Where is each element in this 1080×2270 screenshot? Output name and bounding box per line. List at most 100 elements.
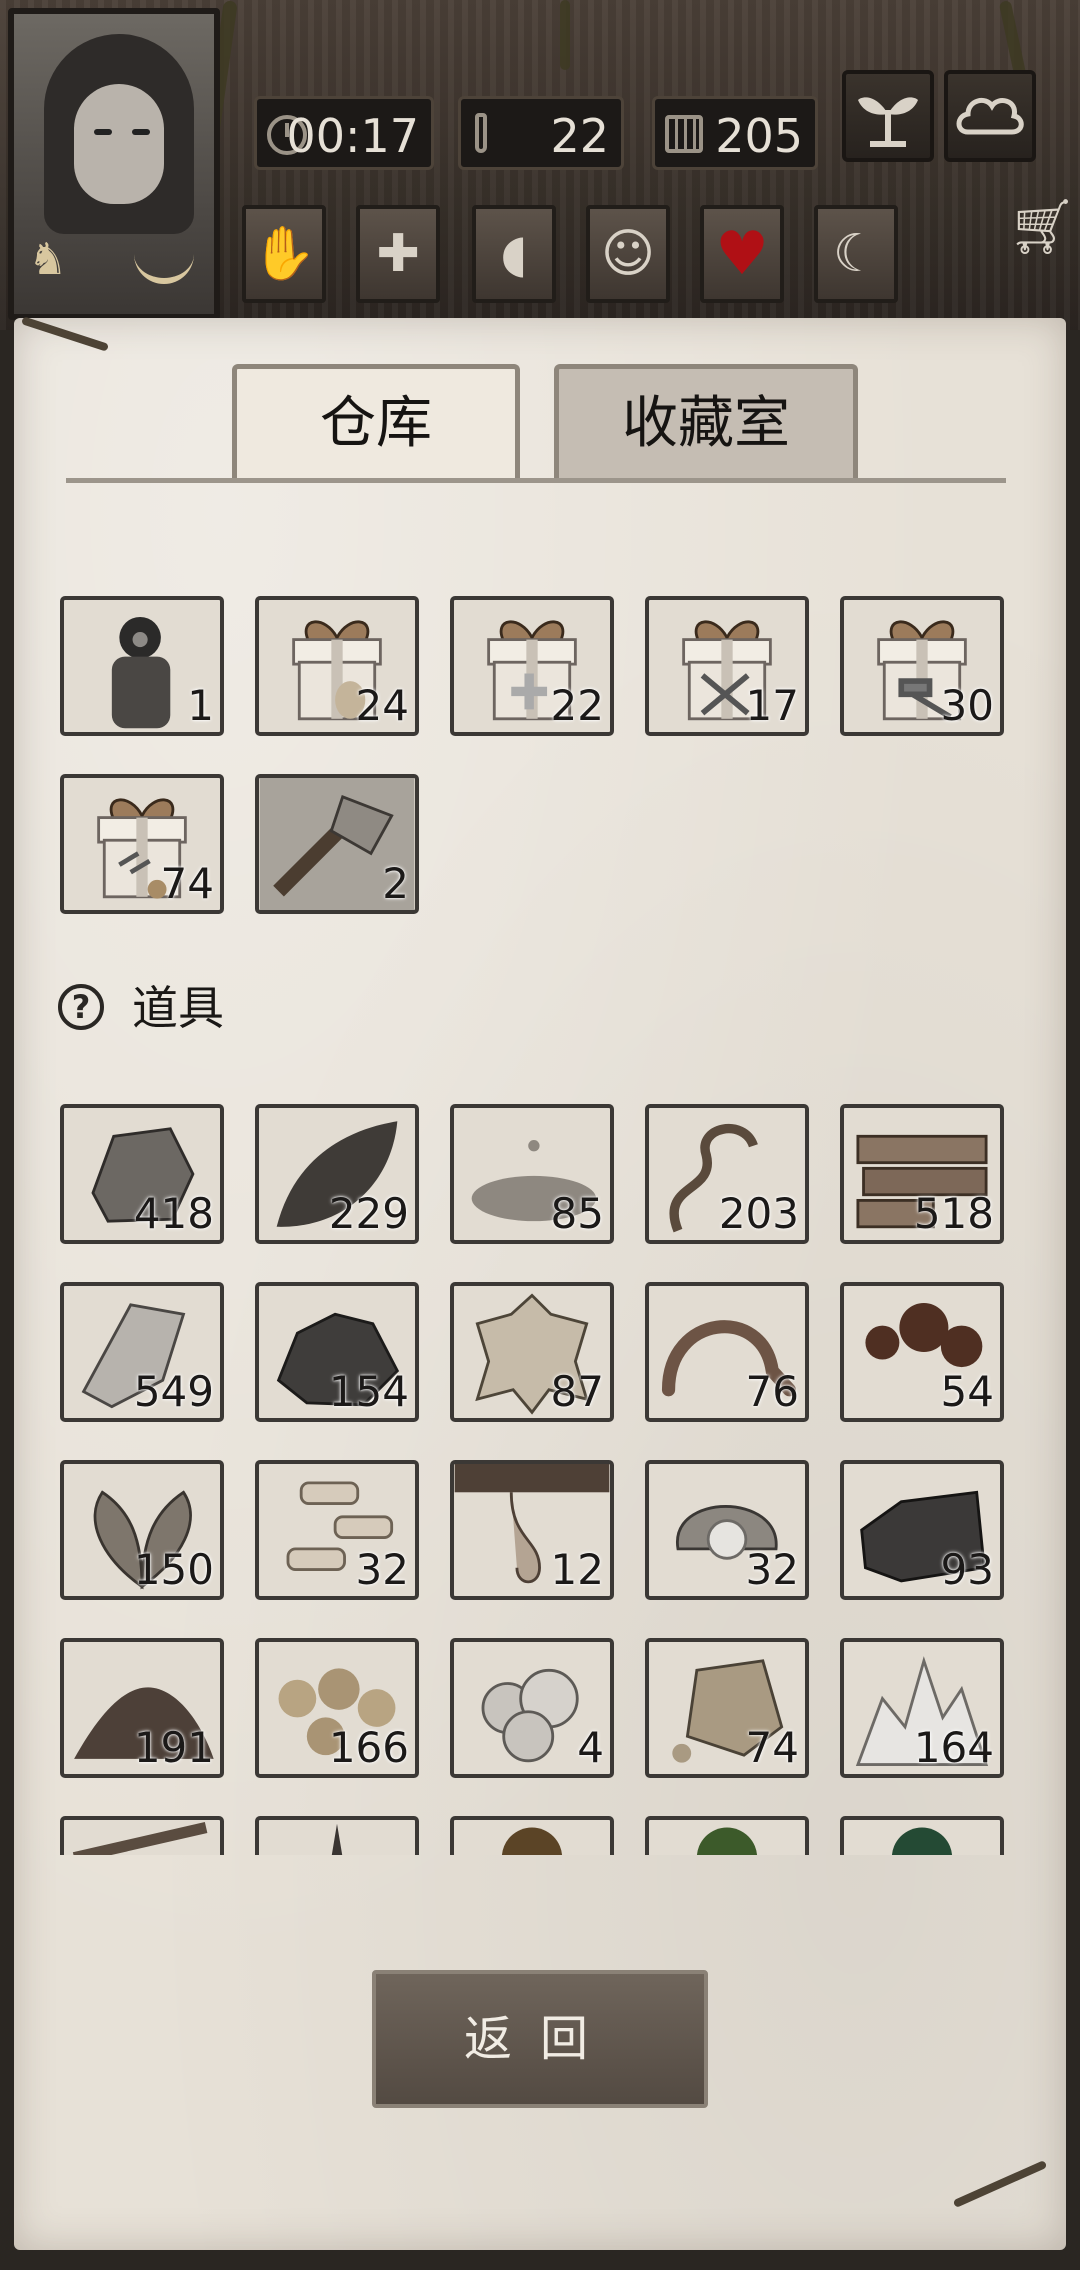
item-count: 549 — [133, 1367, 214, 1416]
item-slot-bone-pieces[interactable]: 32 — [255, 1460, 419, 1600]
temperature-display: 22 — [458, 96, 624, 170]
decorative-vine — [560, 0, 570, 70]
time-value: 00:17 — [286, 109, 419, 163]
day-value: 205 — [715, 109, 803, 163]
item-slot-soil[interactable]: 191 — [60, 1638, 224, 1778]
item-slot-green-orb[interactable] — [645, 1816, 809, 1855]
item-count: 518 — [913, 1189, 994, 1238]
item-slot-sticks[interactable] — [60, 1816, 224, 1855]
moon-icon: ☾ — [832, 224, 880, 284]
tab-divider — [66, 478, 1006, 483]
weather-button[interactable] — [944, 70, 1036, 162]
item-slot-animal-hide[interactable]: 87 — [450, 1282, 614, 1422]
item-count: 191 — [133, 1723, 214, 1772]
item-slot-cotton[interactable]: 4 — [450, 1638, 614, 1778]
item-slot-stone[interactable]: 418 — [60, 1104, 224, 1244]
stomach-icon: ◖ — [500, 224, 528, 284]
item-count: 85 — [550, 1189, 604, 1238]
item-slot-water-puddle[interactable]: 85 — [450, 1104, 614, 1244]
item-slot-dark-green-orb[interactable] — [840, 1816, 1004, 1855]
item-slot-wood-planks[interactable]: 518 — [840, 1104, 1004, 1244]
tab-collection-room[interactable]: 收藏室 — [554, 364, 858, 482]
item-count: 418 — [133, 1189, 214, 1238]
item-count: 32 — [355, 1545, 409, 1594]
item-count: 1 — [187, 681, 214, 730]
item-slot-pearl-shell[interactable]: 32 — [645, 1460, 809, 1600]
item-count: 30 — [940, 681, 994, 730]
item-count: 76 — [745, 1367, 799, 1416]
item-count: 2 — [382, 859, 409, 908]
item-slot-salt-crystals[interactable]: 164 — [840, 1638, 1004, 1778]
item-count: 93 — [940, 1545, 994, 1594]
sprout-button[interactable] — [842, 70, 934, 162]
item-count: 17 — [745, 681, 799, 730]
item-slot-gift-box-medical[interactable]: 22 — [450, 596, 614, 736]
item-slot-leaf[interactable]: 229 — [255, 1104, 419, 1244]
time-display: 00:17 — [254, 96, 434, 170]
item-count: 164 — [913, 1723, 994, 1772]
item-count: 32 — [745, 1545, 799, 1594]
items-scroll-area[interactable]: 418 229 85 203 518 549 154 87 76 54 150 32 12 32 93 191… — [40, 1090, 1040, 1855]
green-orb-icon — [696, 1827, 758, 1855]
head-icon: ☺ — [600, 224, 656, 284]
hunger-button[interactable]: ◖ — [472, 205, 556, 303]
tab-collection-room-label: 收藏室 — [622, 391, 790, 456]
cloud-icon — [956, 97, 1024, 135]
sprout-icon — [858, 97, 918, 147]
item-count: 24 — [355, 681, 409, 730]
item-slot-brown-orb[interactable] — [450, 1816, 614, 1855]
item-slot-gift-box-misc[interactable]: 74 — [60, 774, 224, 914]
item-count: 12 — [550, 1545, 604, 1594]
item-count: 87 — [550, 1367, 604, 1416]
item-count: 203 — [718, 1189, 799, 1238]
portrait-eye — [132, 129, 150, 135]
section-title: 道具 — [132, 981, 224, 1035]
character-portrait[interactable]: ♞ — [8, 8, 220, 320]
item-slot-gold-nuggets[interactable]: 166 — [255, 1638, 419, 1778]
day-display: 205 — [652, 96, 818, 170]
item-slot-gift-box-furniture[interactable]: 24 — [255, 596, 419, 736]
sticks-icon — [72, 1822, 208, 1855]
item-slot-oil-stain[interactable]: 54 — [840, 1282, 1004, 1422]
calendar-icon — [665, 115, 703, 153]
item-slot-coal[interactable]: 93 — [840, 1460, 1004, 1600]
item-slot-resin[interactable]: 12 — [450, 1460, 614, 1600]
item-count: 54 — [940, 1367, 994, 1416]
item-count: 166 — [328, 1723, 409, 1772]
item-slot-herb[interactable]: 150 — [60, 1460, 224, 1600]
item-count: 74 — [160, 859, 214, 908]
item-count: 154 — [328, 1367, 409, 1416]
item-slot-hazmat-suit[interactable]: 1 — [60, 596, 224, 736]
camel-icon: ♞ — [28, 234, 68, 285]
item-slot-gift-box-weapons[interactable]: 30 — [840, 596, 1004, 736]
item-slot-worm[interactable]: 76 — [645, 1282, 809, 1422]
portrait-eye — [94, 129, 112, 135]
item-count: 22 — [550, 681, 604, 730]
boat-icon — [134, 254, 194, 284]
item-count: 229 — [328, 1189, 409, 1238]
item-slot-flint[interactable]: 549 — [60, 1282, 224, 1422]
dark-green-orb-icon — [891, 1827, 953, 1855]
back-button[interactable]: 返回 — [372, 1970, 708, 2108]
mind-button[interactable]: ☺ — [586, 205, 670, 303]
item-slot-gift-box-tools[interactable]: 17 — [645, 596, 809, 736]
hand-button[interactable]: ✋ — [242, 205, 326, 303]
item-slot-clay-lump[interactable]: 74 — [645, 1638, 809, 1778]
item-slot-vine[interactable]: 203 — [645, 1104, 809, 1244]
item-slot-spike[interactable] — [255, 1816, 419, 1855]
temperature-value: 22 — [550, 109, 609, 163]
heart-button[interactable]: ♥ — [700, 205, 784, 303]
item-slot-stone-axe[interactable]: 2 — [255, 774, 419, 914]
help-icon[interactable]: ? — [58, 984, 104, 1030]
item-count: 150 — [133, 1545, 214, 1594]
hand-icon: ✋ — [251, 224, 317, 284]
sleep-button[interactable]: ☾ — [814, 205, 898, 303]
thermometer-icon — [475, 113, 487, 153]
item-slot-ore[interactable]: 154 — [255, 1282, 419, 1422]
health-button[interactable]: ✚ — [356, 205, 440, 303]
portrait-face — [74, 84, 164, 204]
brown-orb-icon — [501, 1827, 563, 1855]
item-count: 74 — [745, 1723, 799, 1772]
cart-icon[interactable]: 🛒︎ — [1008, 195, 1077, 259]
tab-warehouse[interactable]: 仓库 — [232, 364, 520, 482]
